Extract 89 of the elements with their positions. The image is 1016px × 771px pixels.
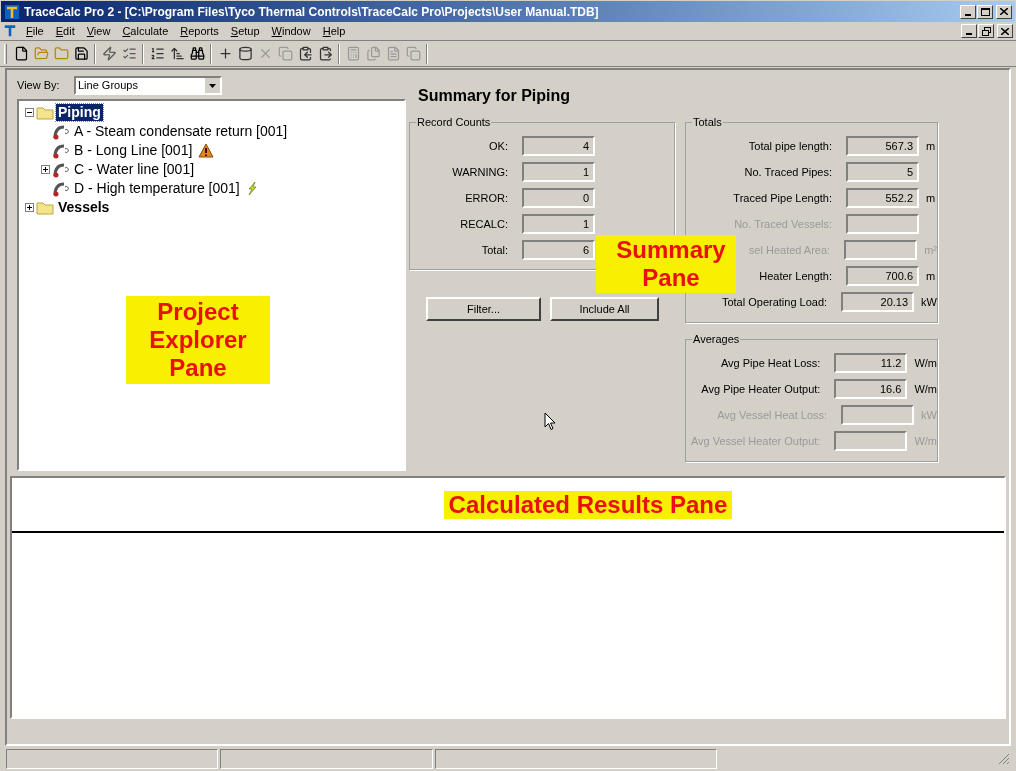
field-label: Total: bbox=[480, 242, 508, 258]
value-field[interactable]: 567.3 bbox=[846, 136, 919, 156]
action-button[interactable]: Filter... bbox=[426, 297, 541, 321]
expand-button[interactable] bbox=[24, 203, 34, 212]
menu-item[interactable]: Calculate bbox=[116, 22, 175, 40]
pipe-icon bbox=[52, 161, 70, 178]
value-field[interactable]: 4 bbox=[522, 136, 595, 156]
pipe-icon bbox=[52, 180, 70, 197]
menu-item[interactable]: Help bbox=[316, 22, 352, 40]
field-label: Traced Pipe Length: bbox=[732, 190, 832, 206]
callout-label: Calculated Results Pane bbox=[443, 490, 733, 519]
window-title: TraceCalc Pro 2 - [C:\Program Files\Tyco Thermal Controls\TraceCalc Pro\Projects\User Manual.TDB] bbox=[24, 3, 599, 21]
minus-icon bbox=[25, 109, 33, 116]
group-title: Record Counts bbox=[416, 115, 492, 129]
folder-icon bbox=[36, 200, 54, 215]
tree-item[interactable]: A - Steam condensate return [001] bbox=[72, 123, 290, 140]
close-button[interactable] bbox=[996, 4, 1012, 19]
app-icon bbox=[3, 24, 17, 38]
plus-icon bbox=[41, 166, 49, 173]
menu-item[interactable]: File bbox=[20, 22, 50, 40]
field-label: WARNING: bbox=[451, 164, 508, 180]
field-label: Avg Vessel Heater Output: bbox=[689, 433, 821, 449]
menu-item[interactable]: Edit bbox=[49, 22, 81, 40]
unit-label: W/m bbox=[914, 355, 937, 371]
pipe-icon bbox=[52, 142, 70, 159]
value-field[interactable]: 6 bbox=[522, 240, 595, 260]
value-field[interactable]: 16.6 bbox=[834, 379, 908, 399]
unit-label: W/m bbox=[914, 433, 937, 449]
restore-icon bbox=[981, 26, 991, 36]
minimize-icon bbox=[966, 33, 972, 35]
close-icon bbox=[1001, 27, 1009, 35]
view-by-dropdown[interactable]: Line Groups bbox=[74, 75, 222, 95]
value-field[interactable]: 1 bbox=[522, 214, 595, 234]
field-label: Avg Pipe Heat Loss: bbox=[719, 355, 821, 371]
value-field[interactable]: 1 bbox=[522, 162, 595, 182]
tree-item[interactable]: B - Long Line [001] bbox=[72, 142, 195, 159]
field-label: Avg Pipe Heater Output: bbox=[700, 381, 821, 397]
app-icon bbox=[4, 3, 20, 20]
tree-item[interactable]: Vessels bbox=[56, 199, 112, 216]
value-field[interactable]: 0 bbox=[522, 188, 595, 208]
mouse-pointer-icon bbox=[544, 412, 556, 431]
expand-button[interactable] bbox=[40, 165, 50, 174]
group-title: Averages bbox=[692, 332, 741, 346]
field-label: Total pipe length: bbox=[747, 138, 832, 154]
callout-label: Summary Pane bbox=[596, 235, 736, 293]
field-label: ERROR: bbox=[464, 190, 508, 206]
value-field[interactable]: 20.13 bbox=[841, 292, 915, 312]
value-field[interactable]: 552.2 bbox=[846, 188, 919, 208]
callout-label: Project Explorer Pane bbox=[126, 296, 270, 384]
view-by-label: View By: bbox=[17, 77, 61, 93]
maximize-button[interactable] bbox=[977, 4, 993, 19]
plus-icon bbox=[25, 204, 33, 211]
field-label: RECALC: bbox=[459, 216, 508, 232]
value-field[interactable]: 700.6 bbox=[846, 266, 919, 286]
field-label: OK: bbox=[488, 138, 508, 154]
unit-label: W/m bbox=[914, 381, 937, 397]
unit-label: m bbox=[926, 268, 936, 284]
value-field[interactable]: 11.2 bbox=[834, 353, 908, 373]
folder-icon bbox=[36, 105, 54, 120]
menu-item[interactable]: View bbox=[80, 22, 117, 40]
maximize-icon bbox=[980, 7, 990, 16]
unit-label: m² bbox=[924, 242, 937, 258]
unit-label: kW bbox=[921, 407, 937, 423]
menu-item[interactable]: Window bbox=[265, 22, 317, 40]
close-button[interactable] bbox=[997, 24, 1013, 38]
field-label: No. Traced Pipes: bbox=[743, 164, 832, 180]
unit-label: m bbox=[926, 138, 936, 154]
unit-label: kW bbox=[921, 294, 937, 310]
field-label: Avg Vessel Heat Loss: bbox=[716, 407, 828, 423]
group-title: Totals bbox=[692, 115, 723, 129]
collapse-button[interactable] bbox=[24, 108, 34, 117]
tree-item[interactable]: C - Water line [001] bbox=[72, 161, 197, 178]
field-label: No. Traced Vessels: bbox=[733, 216, 832, 232]
menu-item[interactable]: Reports bbox=[174, 22, 225, 40]
menu-item[interactable]: Setup bbox=[224, 22, 266, 40]
value-field[interactable]: 5 bbox=[846, 162, 919, 182]
tree-item[interactable]: Piping bbox=[56, 104, 103, 121]
pipe-icon bbox=[52, 123, 70, 140]
summary-title: Summary for Piping bbox=[418, 86, 572, 106]
minimize-button[interactable] bbox=[961, 24, 977, 38]
tree-item[interactable]: D - High temperature [001] bbox=[72, 180, 242, 197]
close-icon bbox=[1000, 8, 1008, 15]
unit-label: m bbox=[926, 190, 936, 206]
restore-button[interactable] bbox=[978, 24, 994, 38]
minimize-icon bbox=[965, 13, 971, 16]
field-label: Total Operating Load: bbox=[720, 294, 828, 310]
action-button[interactable]: Include All bbox=[550, 297, 659, 321]
resize-grip-icon bbox=[998, 753, 1010, 765]
minimize-button[interactable] bbox=[960, 4, 976, 19]
